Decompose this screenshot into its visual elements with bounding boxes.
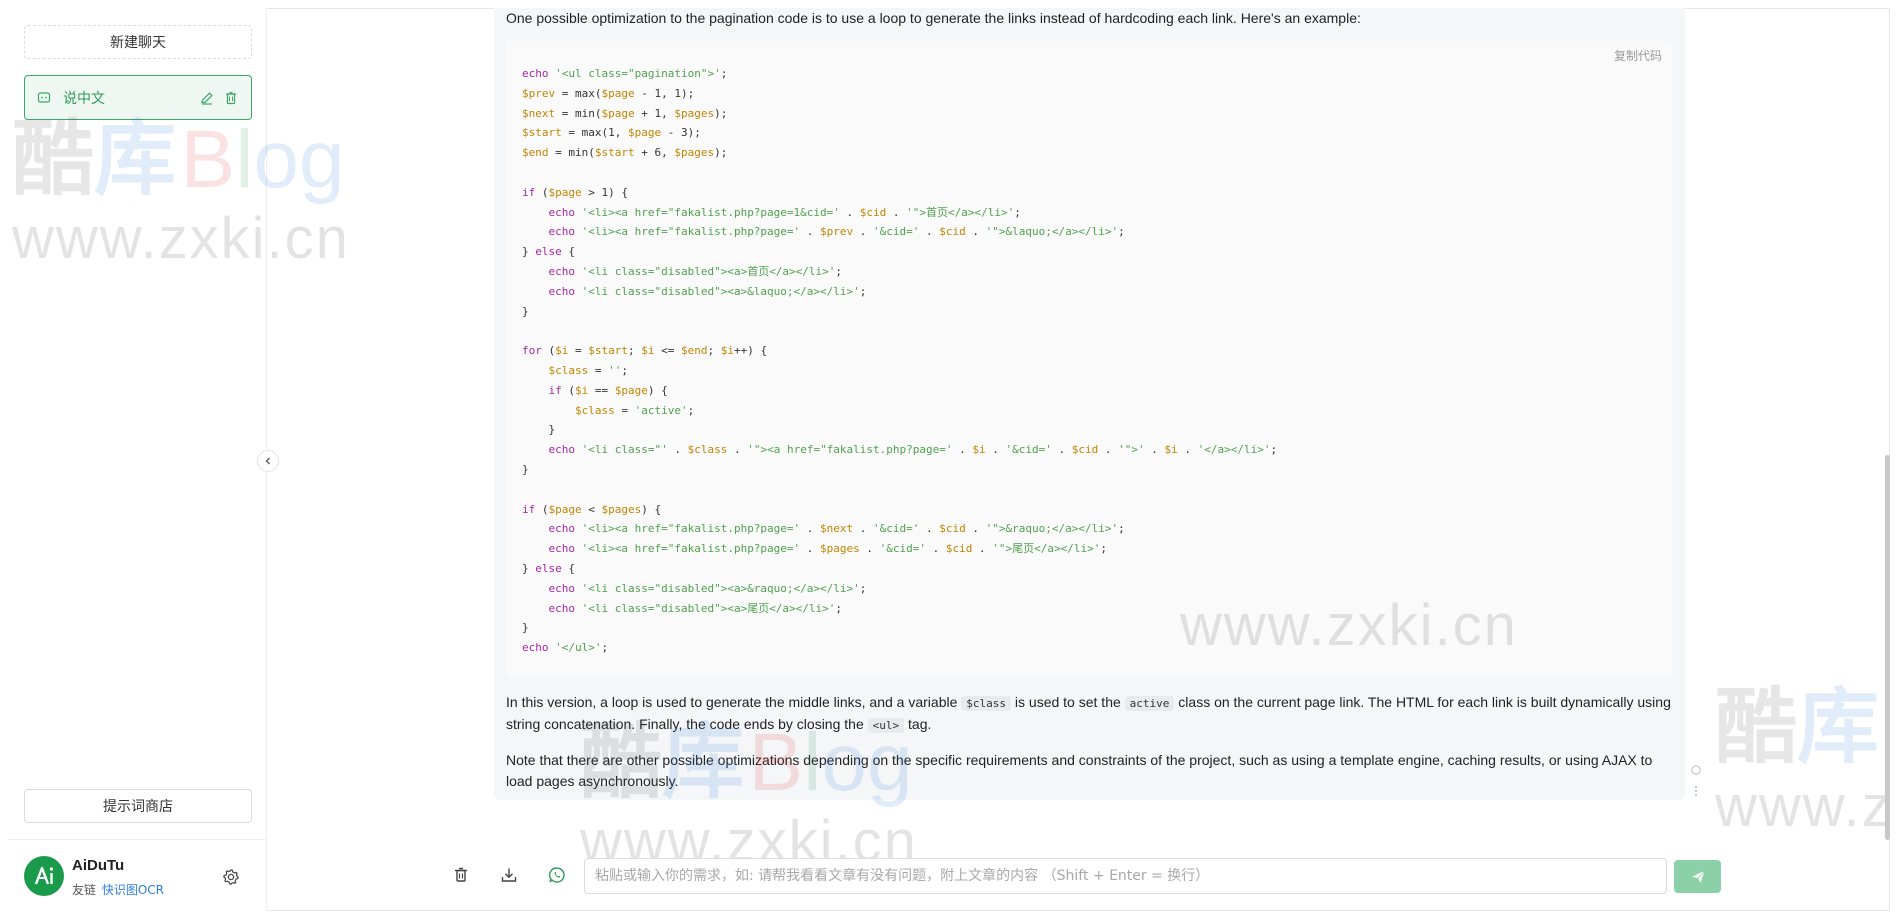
assistant-message: One possible optimization to the paginat… (494, 8, 1685, 800)
prompt-store-button[interactable]: 提示词商店 (24, 789, 252, 823)
message-intro: One possible optimization to the paginat… (506, 10, 1361, 26)
settings-gear-icon[interactable] (222, 868, 240, 886)
avatar[interactable] (24, 856, 64, 896)
new-chat-button[interactable]: 新建聊天 (24, 25, 252, 59)
user-panel: AiDuTu 友链 快识图OCR (8, 839, 266, 911)
download-icon (501, 868, 517, 882)
collapse-sidebar-button[interactable] (257, 450, 279, 472)
trash-icon (455, 867, 467, 882)
clear-chat-button[interactable] (450, 864, 472, 886)
delete-icon[interactable] (223, 90, 239, 106)
message-paragraph-2: Note that there are other possible optim… (506, 752, 1653, 789)
send-button[interactable] (1674, 860, 1721, 893)
sidebar: 新建聊天 说中文 提示词商店 AiDuTu 友链 快识图OCR (8, 8, 267, 911)
edit-icon[interactable] (199, 90, 215, 106)
inline-code: active (1124, 696, 1175, 711)
message-input[interactable]: 粘贴或输入你的需求，如: 请帮我看看文章有没有问题，附上文章的内容 （Shift… (584, 858, 1667, 894)
send-icon (1691, 870, 1705, 883)
inline-code: $class (961, 696, 1012, 711)
message-paragraph-1: In this version, a loop is used to gener… (506, 694, 1671, 733)
scrollbar-thumb[interactable] (1885, 455, 1890, 840)
download-button[interactable] (498, 864, 520, 886)
whatsapp-button[interactable] (546, 864, 568, 886)
chat-phone-icon (548, 867, 565, 883)
friend-link-ocr[interactable]: 快识图OCR (102, 883, 164, 897)
friend-links-label: 友链 (72, 883, 97, 897)
chat-item-label: 说中文 (63, 90, 105, 107)
code-block: 复制代码 echo '<ul class="pagination">'; $pr… (506, 41, 1672, 676)
copy-code-button[interactable]: 复制代码 (1614, 47, 1662, 64)
chat-bubble-icon (37, 91, 51, 105)
chevron-left-icon (265, 457, 270, 465)
friend-links: 友链 快识图OCR (72, 881, 164, 898)
inline-code: <ul> (867, 718, 905, 733)
code-content: echo '<ul class="pagination">'; $prev = … (522, 67, 1278, 655)
more-options-icon[interactable] (1689, 784, 1703, 798)
loading-icon (1689, 763, 1703, 777)
chat-item-active[interactable]: 说中文 (24, 75, 252, 120)
user-name: AiDuTu (72, 857, 125, 874)
